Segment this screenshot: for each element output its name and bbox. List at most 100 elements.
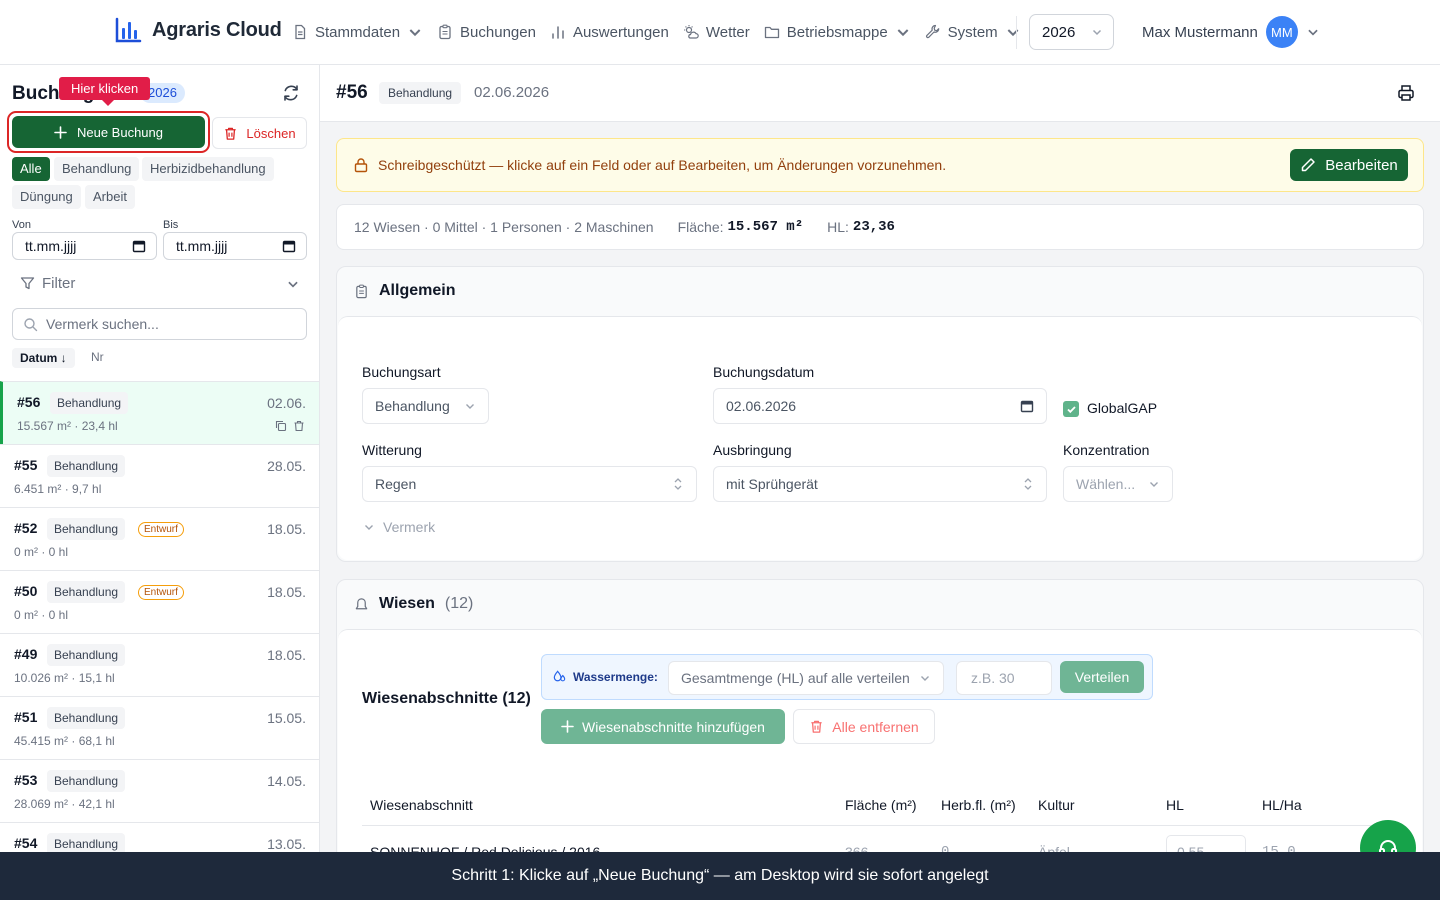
list-item[interactable]: #55 Behandlung 28.05. 6.451 m² · 9,7 hl (0, 444, 319, 507)
booking-type-badge: Behandlung (47, 707, 126, 729)
search-input[interactable]: Vermerk suchen... (12, 308, 307, 340)
delete-button[interactable]: Löschen (212, 117, 307, 149)
meadows-card-header[interactable]: Wiesen (12) (354, 595, 473, 613)
water-mode-select[interactable]: Gesamtmenge (HL) auf alle verteilen (668, 661, 944, 695)
clipboard-icon (439, 24, 451, 40)
nav-divider (1016, 16, 1017, 49)
chip-herbizidbehandlung[interactable]: Herbizidbehandlung (142, 157, 274, 181)
meadows-count: (12) (444, 595, 474, 612)
avatar: MM (1265, 16, 1298, 48)
booking-type-badge: Behandlung (47, 644, 126, 666)
print-icon[interactable] (1397, 84, 1415, 102)
chevron-down-icon (466, 404, 474, 409)
column-header: Herb.fl. (m²) (941, 797, 1016, 813)
detail-header: #56 Behandlung 02.06.2026 (320, 65, 1440, 122)
booking-nr: #50 (14, 583, 38, 599)
plus-icon (561, 720, 574, 733)
booking-date-input[interactable]: 02.06.2026 (713, 388, 1047, 424)
list-item[interactable]: #51 Behandlung 15.05. 45.415 m² · 68,1 h… (0, 696, 319, 759)
nav-wetter[interactable]: Wetter (683, 20, 750, 44)
booking-nr: #56 (17, 394, 41, 410)
logo-bar-chart-icon (115, 17, 142, 43)
list-item[interactable]: #56 Behandlung 02.06. 15.567 m² · 23,4 h… (0, 381, 319, 444)
nav-betriebsmappe-label: Betriebsmappe (786, 23, 888, 41)
booking-meta: 45.415 m² · 68,1 hl (14, 734, 115, 748)
top-navigation: Agraris Cloud Stammdaten Buchungen Auswe… (0, 0, 1440, 65)
draft-badge: Entwurf (138, 522, 184, 537)
table-divider (362, 825, 1402, 826)
chip-behandlung[interactable]: Behandlung (54, 157, 140, 181)
globalgap-checkbox[interactable] (1063, 401, 1079, 417)
from-date-input[interactable]: tt.mm.jjjj (12, 232, 157, 260)
chip-arbeit[interactable]: Arbeit (85, 185, 135, 209)
booking-date: 15.05. (267, 710, 306, 726)
nav-betriebsmappe[interactable]: Betriebsmappe (764, 20, 911, 44)
chevron-updown-icon (1024, 478, 1032, 490)
trash-icon[interactable] (293, 420, 305, 432)
remove-all-label: Alle entfernen (832, 718, 919, 735)
page-title: #56 (336, 82, 368, 103)
globalgap-label: GlobalGAP (1087, 400, 1158, 416)
booking-nr: #55 (14, 457, 38, 473)
pencil-icon (1301, 158, 1315, 172)
from-label: Von (12, 219, 31, 231)
booking-meta: 0 m² · 0 hl (14, 608, 69, 622)
water-amount-panel: Wassermenge: Gesamtmenge (HL) auf alle v… (541, 654, 1153, 700)
calendar-icon (132, 240, 146, 253)
area-value: 15.567 m² (727, 219, 804, 235)
distribute-button[interactable]: Verteilen (1060, 661, 1144, 693)
booking-type-badge: Behandlung (47, 455, 126, 477)
list-item[interactable]: #50 Behandlung Entwurf 18.05. 0 m² · 0 h… (0, 570, 319, 633)
booking-meta: 0 m² · 0 hl (14, 545, 69, 559)
concentration-label: Konzentration (1063, 442, 1150, 458)
nav-auswertungen[interactable]: Auswertungen (550, 20, 669, 44)
hl-label: HL: (827, 219, 849, 235)
booking-date-value: 02.06.2026 (726, 398, 797, 414)
chip-alle[interactable]: Alle (12, 157, 50, 181)
sections-title: Wiesenabschnitte (12) (362, 690, 531, 707)
concentration-select[interactable]: Wählen... (1063, 466, 1173, 502)
note-toggle[interactable]: Vermerk (363, 519, 435, 535)
chip-duengung[interactable]: Düngung (12, 185, 81, 209)
new-booking-label: Neue Buchung (76, 124, 163, 140)
nav-buchungen[interactable]: Buchungen (437, 20, 536, 44)
new-booking-button[interactable]: Neue Buchung (12, 116, 205, 148)
weather-value: Regen (375, 476, 417, 492)
edit-button[interactable]: Bearbeiten (1290, 149, 1408, 181)
general-card-header[interactable]: Allgemein (354, 282, 455, 300)
list-item[interactable]: #52 Behandlung Entwurf 18.05. 0 m² · 0 h… (0, 507, 319, 570)
application-select[interactable]: mit Sprühgerät (713, 466, 1047, 502)
nav-system[interactable]: System (925, 20, 1021, 44)
refresh-icon[interactable] (282, 84, 300, 102)
filter-toggle[interactable]: Filter (20, 275, 300, 292)
nav-stammdaten[interactable]: Stammdaten (292, 20, 423, 44)
booking-date: 18.05. (267, 521, 306, 537)
list-item[interactable]: #49 Behandlung 18.05. 10.026 m² · 15,1 h… (0, 633, 319, 696)
column-header: Kultur (1038, 797, 1075, 813)
chevron-down-icon (1007, 29, 1019, 37)
weather-select[interactable]: Regen (362, 466, 697, 502)
add-sections-button[interactable]: Wiesenabschnitte hinzufügen (541, 709, 785, 744)
booking-date: 02.06. (267, 395, 306, 411)
to-date-input[interactable]: tt.mm.jjjj (163, 232, 307, 260)
user-menu[interactable]: Max Mustermann MM (1142, 16, 1320, 48)
check-icon (1066, 405, 1076, 413)
chevron-down-icon (921, 676, 929, 681)
note-label: Vermerk (383, 519, 436, 535)
area-label: Fläche: (677, 219, 724, 235)
column-header: HL/Ha (1262, 797, 1302, 813)
main-nav: Stammdaten Buchungen Auswertungen Wetter… (292, 20, 1035, 44)
list-item[interactable]: #53 Behandlung 14.05. 28.069 m² · 42,1 h… (0, 759, 319, 822)
booking-type-badge: Behandlung (379, 82, 462, 104)
sort-by-date[interactable]: Datum ↓ (12, 348, 75, 368)
water-amount-input[interactable]: z.B. 30 (956, 661, 1052, 695)
booking-type-select[interactable]: Behandlung (362, 388, 489, 424)
chevron-updown-icon (674, 478, 682, 490)
chevron-down-icon (1308, 29, 1318, 36)
remove-all-button[interactable]: Alle entfernen (793, 709, 935, 744)
copy-icon[interactable] (275, 420, 287, 432)
sort-by-nr[interactable]: Nr (91, 350, 104, 364)
brand[interactable]: Agraris Cloud (114, 16, 282, 44)
droplet-icon (553, 670, 566, 682)
year-select[interactable]: 2026 (1029, 14, 1114, 50)
